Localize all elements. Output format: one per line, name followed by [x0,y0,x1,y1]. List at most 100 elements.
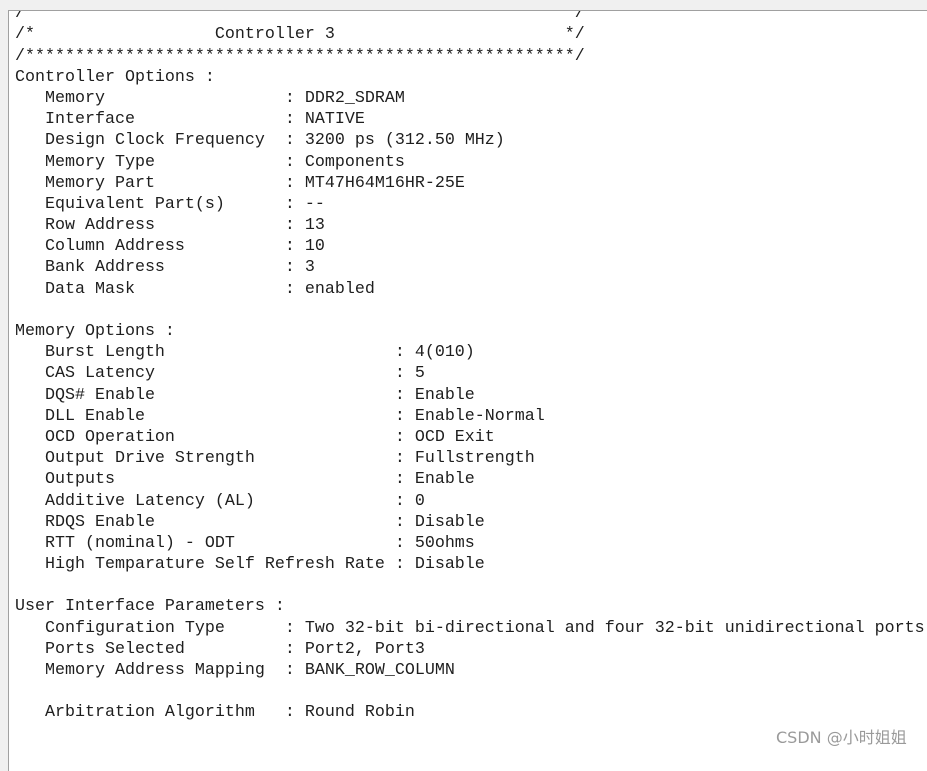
blank [15,576,25,595]
option-value: 10 [304,237,325,257]
option-value: 3 [304,258,315,278]
option-row: Memory : DDR2_SDRAM [15,88,925,109]
blank [15,301,25,320]
option-key: Row Address [15,216,285,236]
separator: : [394,555,415,575]
section-title: Controller Options : [15,67,925,88]
option-row: CAS Latency : 5 [15,363,925,384]
separator: : [394,470,415,490]
section-title: User Interface Parameters : [15,596,925,617]
separator: : [284,258,305,278]
option-key: Column Address [15,237,285,257]
option-row: Ports Selected : Port2, Port3 [15,639,925,660]
separator: : [394,364,415,384]
option-row: Configuration Type : Two 32-bit bi-direc… [15,618,925,639]
option-key: RDQS Enable [15,512,395,532]
option-row: High Temparature Self Refresh Rate : Dis… [15,554,925,575]
option-key: Memory Part [15,173,285,193]
comment-close: */ [564,25,585,45]
option-key: DLL Enable [15,406,395,426]
blank-line [15,300,925,321]
option-row: Memory Address Mapping : BANK_ROW_COLUMN [15,660,925,681]
separator: : [394,533,415,553]
blank-line [15,681,925,702]
separator: : [394,449,415,469]
option-row: Memory Type : Components [15,152,925,173]
separator: : [394,406,415,426]
option-row: Output Drive Strength : Fullstrength [15,448,925,469]
separator: : [284,618,305,638]
option-value: Two 32-bit bi-directional and four 32-bi… [304,618,925,638]
separator: : [284,173,305,193]
option-key: Configuration Type [15,618,285,638]
option-value: Round Robin [304,703,415,723]
option-key: High Temparature Self Refresh Rate [15,555,395,575]
controller-report: /***************************************… [15,10,925,724]
option-key: DQS# Enable [15,385,395,405]
comment-border: /***************************************… [15,46,925,67]
option-row: Column Address : 10 [15,236,925,257]
option-key: Memory Address Mapping [15,661,285,681]
option-value: enabled [304,279,375,299]
option-row: DQS# Enable : Enable [15,385,925,406]
separator: : [394,343,415,363]
option-key: Memory [15,88,285,108]
option-value: 5 [414,364,425,384]
option-key: Data Mask [15,279,285,299]
option-value: Enable [414,470,475,490]
option-value: -- [304,194,325,214]
option-value: DDR2_SDRAM [304,88,405,108]
separator: : [284,279,305,299]
separator: : [284,110,305,130]
separator: : [284,216,305,236]
option-value: 13 [304,216,325,236]
option-value: NATIVE [304,110,365,130]
option-row: Data Mask : enabled [15,279,925,300]
option-key: Output Drive Strength [15,449,395,469]
option-value: Disable [414,555,485,575]
option-value: 50ohms [414,533,475,553]
option-key: RTT (nominal) - ODT [15,533,395,553]
option-value: 3200 ps (312.50 MHz) [304,131,505,151]
option-value: BANK_ROW_COLUMN [304,661,455,681]
border-text: /***************************************… [15,46,585,66]
option-key: Design Clock Frequency [15,131,285,151]
border-text: /***************************************… [15,10,585,24]
separator: : [284,639,305,659]
option-value: Disable [414,512,485,532]
option-value: Enable-Normal [414,406,545,426]
option-value: OCD Exit [414,427,495,447]
option-key: Bank Address [15,258,285,278]
separator: : [284,194,305,214]
option-row: Interface : NATIVE [15,109,925,130]
option-value: Fullstrength [414,449,535,469]
blank-line [15,575,925,596]
separator: : [394,491,415,511]
option-row: Arbitration Algorithm : Round Robin [15,702,925,723]
option-row: Equivalent Part(s) : -- [15,194,925,215]
option-value: 4(010) [414,343,475,363]
option-row: Memory Part : MT47H64M16HR-25E [15,173,925,194]
option-key: Memory Type [15,152,285,172]
option-value: Components [304,152,405,172]
option-row: Row Address : 13 [15,215,925,236]
separator: : [284,131,305,151]
option-row: Design Clock Frequency : 3200 ps (312.50… [15,130,925,151]
option-key: Equivalent Part(s) [15,194,285,214]
separator: : [284,237,305,257]
option-key: Ports Selected [15,639,285,659]
separator: : [284,703,305,723]
separator: : [394,512,415,532]
separator: : [284,88,305,108]
option-key: Outputs [15,470,395,490]
option-row: Additive Latency (AL) : 0 [15,491,925,512]
section-heading: User Interface Parameters : [15,597,285,617]
report-text-panel: /***************************************… [8,10,927,771]
option-row: Outputs : Enable [15,469,925,490]
option-row: OCD Operation : OCD Exit [15,427,925,448]
section-title: Memory Options : [15,321,925,342]
watermark: CSDN @小时姐姐 [776,728,907,747]
option-row: RDQS Enable : Disable [15,512,925,533]
option-row: RTT (nominal) - ODT : 50ohms [15,533,925,554]
option-key: OCD Operation [15,427,395,447]
